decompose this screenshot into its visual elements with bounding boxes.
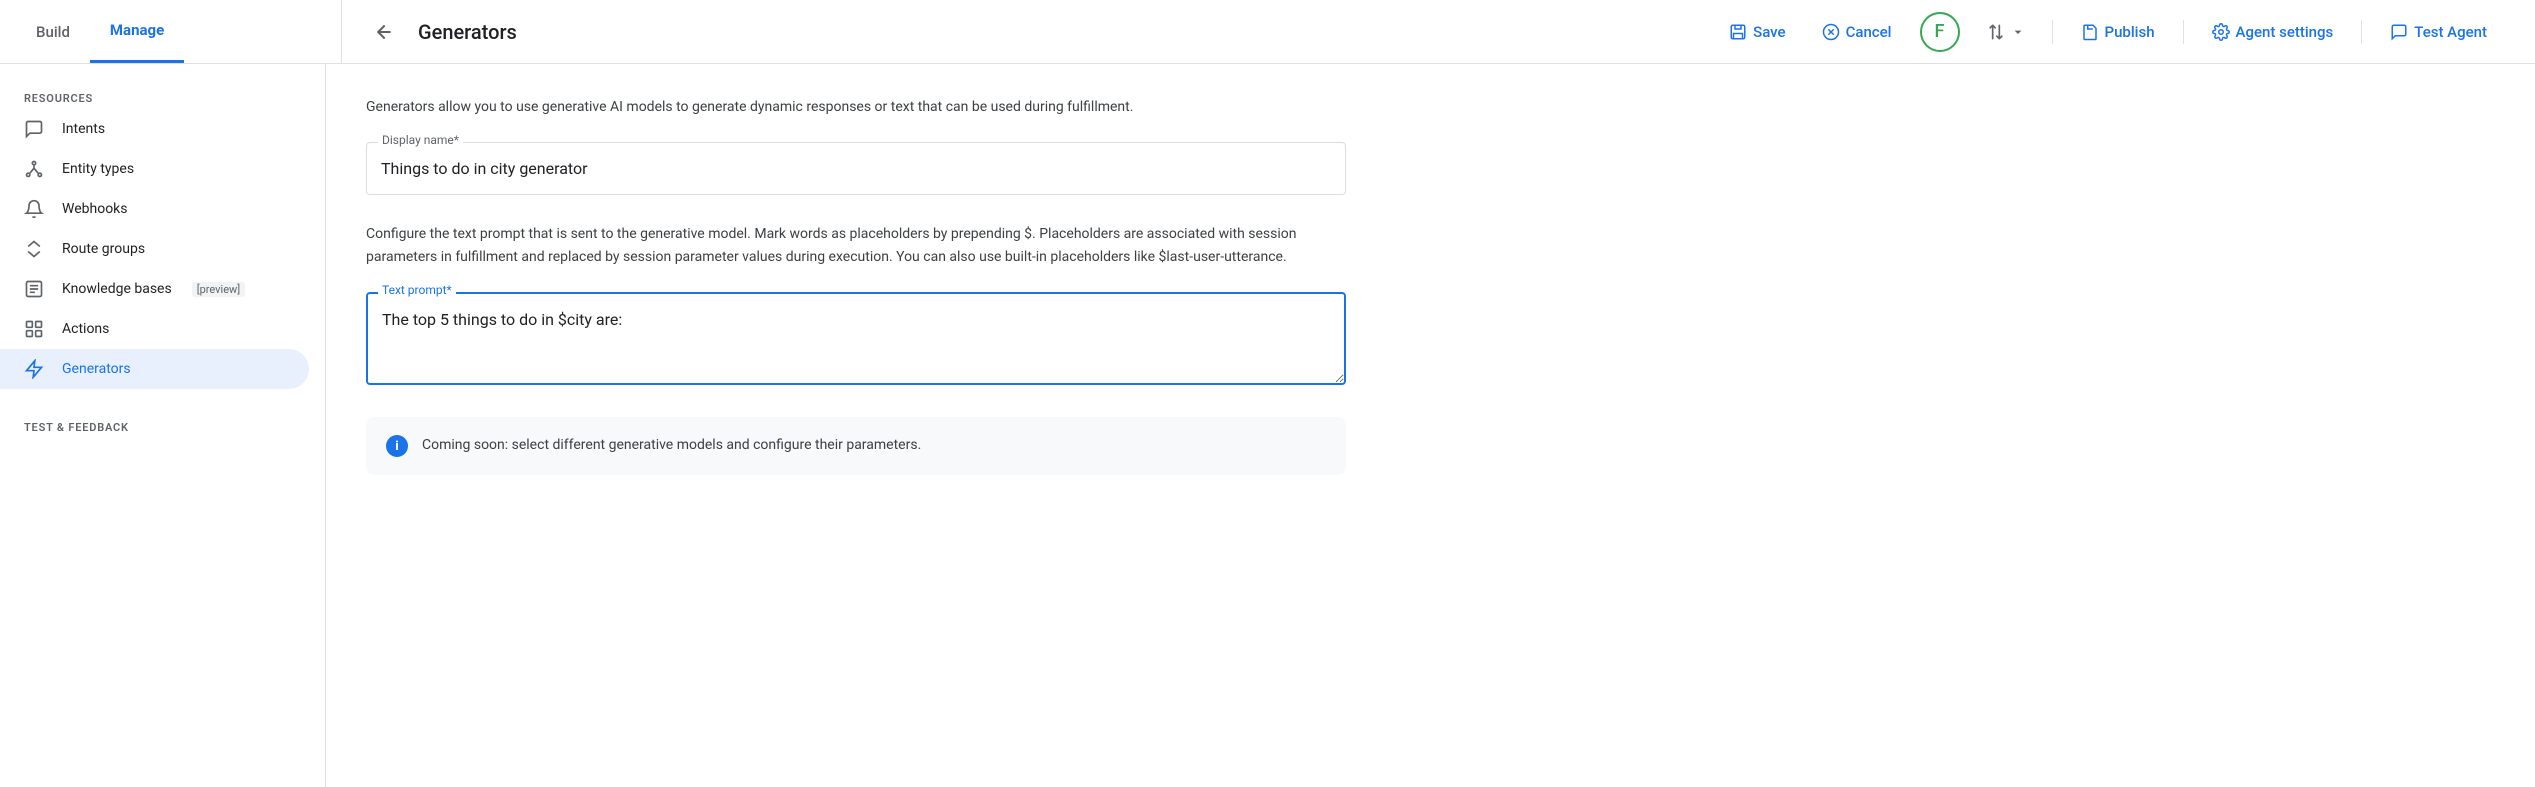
knowledge-icon: [24, 279, 46, 299]
sidebar-item-route-groups[interactable]: Route groups: [0, 229, 325, 269]
text-prompt-field: Text prompt* The top 5 things to do in $…: [366, 292, 1346, 389]
actions-label: Actions: [62, 321, 109, 337]
sidebar-item-knowledge-bases[interactable]: Knowledge bases [preview]: [0, 269, 325, 309]
text-prompt-input[interactable]: The top 5 things to do in $city are:: [366, 292, 1346, 385]
publish-icon: [2081, 23, 2099, 41]
tab-manage[interactable]: Manage: [90, 0, 184, 63]
cancel-button[interactable]: Cancel: [1814, 17, 1900, 47]
intents-label: Intents: [62, 121, 105, 137]
sidebar: RESOURCES Intents Entity types: [0, 64, 326, 787]
intro-text: Generators allow you to use generative A…: [366, 96, 1346, 118]
display-name-input[interactable]: [366, 142, 1346, 195]
divider3: [2361, 20, 2362, 44]
sidebar-item-webhooks[interactable]: Webhooks: [0, 189, 325, 229]
test-agent-button[interactable]: Test Agent: [2382, 17, 2495, 47]
save-button[interactable]: Save: [1721, 17, 1793, 47]
generator-icon: [24, 359, 46, 379]
chat-bubble-icon: [24, 119, 46, 139]
info-icon: i: [386, 435, 408, 457]
text-prompt-label: Text prompt*: [378, 283, 456, 297]
sort-icon: [1986, 22, 2006, 42]
cancel-icon: [1822, 23, 1840, 41]
publish-button[interactable]: Publish: [2073, 17, 2163, 47]
topbar-left: Build Manage: [16, 0, 342, 63]
webhooks-label: Webhooks: [62, 201, 128, 217]
dropdown-icon: [2010, 24, 2026, 40]
save-label: Save: [1753, 23, 1785, 41]
display-name-field: Display name*: [366, 142, 1346, 195]
test-feedback-label: TEST & FEEDBACK: [0, 413, 325, 438]
topbar-right: Generators Save Cancel F: [342, 12, 2519, 52]
tab-build[interactable]: Build: [16, 0, 90, 63]
main: RESOURCES Intents Entity types: [0, 64, 2535, 787]
divider: [2052, 20, 2053, 44]
sidebar-item-actions[interactable]: Actions: [0, 309, 325, 349]
gear-icon: [2212, 23, 2230, 41]
agent-settings-label: Agent settings: [2236, 23, 2334, 41]
back-button[interactable]: [366, 14, 402, 50]
display-name-label: Display name*: [378, 133, 463, 147]
avatar: F: [1920, 12, 1960, 52]
info-box: i Coming soon: select different generati…: [366, 417, 1346, 475]
generators-label: Generators: [62, 361, 131, 377]
sidebar-item-intents[interactable]: Intents: [0, 109, 325, 149]
test-agent-label: Test Agent: [2414, 23, 2487, 41]
preview-badge: [preview]: [192, 282, 246, 297]
cancel-label: Cancel: [1846, 23, 1892, 41]
save-icon: [1729, 23, 1747, 41]
info-text: Coming soon: select different generative…: [422, 435, 921, 456]
entity-types-label: Entity types: [62, 161, 134, 177]
sort-button[interactable]: [1980, 18, 2032, 46]
knowledge-bases-label: Knowledge bases: [62, 281, 172, 297]
resources-section-label: RESOURCES: [0, 84, 325, 109]
sidebar-item-entity-types[interactable]: Entity types: [0, 149, 325, 189]
route-icon: [24, 239, 46, 259]
webhook-icon: [24, 199, 46, 219]
sidebar-item-generators[interactable]: Generators: [0, 349, 309, 389]
chat-icon: [2390, 23, 2408, 41]
content-area: Generators allow you to use generative A…: [326, 64, 2535, 787]
topbar: Build Manage Generators Save: [0, 0, 2535, 64]
actions-icon: [24, 319, 46, 339]
divider2: [2183, 20, 2184, 44]
agent-settings-button[interactable]: Agent settings: [2204, 17, 2342, 47]
route-groups-label: Route groups: [62, 241, 145, 257]
topbar-actions: Save Cancel F: [1721, 12, 2495, 52]
config-text: Configure the text prompt that is sent t…: [366, 223, 1346, 268]
entity-types-icon: [24, 159, 46, 179]
page-title: Generators: [418, 20, 517, 44]
publish-label: Publish: [2105, 23, 2155, 41]
